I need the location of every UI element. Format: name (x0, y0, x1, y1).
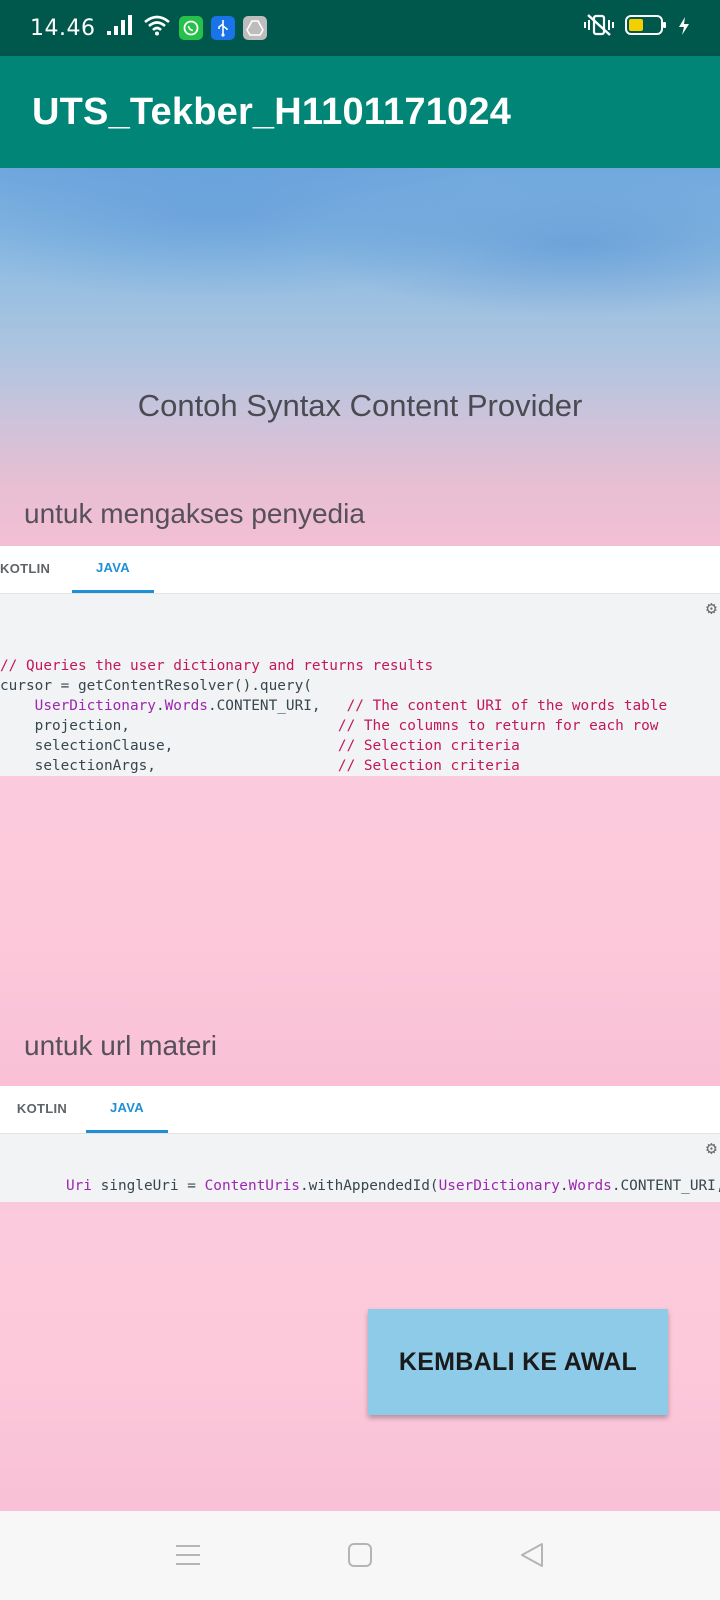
code-tabs: KOTLIN JAVA (0, 546, 720, 594)
code-block: ⚙ // Queries the user dictionary and ret… (0, 594, 720, 794)
code-comment: // Selection criteria (337, 738, 520, 754)
code-type: Words (164, 698, 208, 714)
code-card-provider: KOTLIN JAVA ⚙ // Queries the user dictio… (0, 546, 720, 794)
whatsapp-icon (179, 16, 204, 40)
app-bar: UTS_Tekber_H1101171024 (0, 56, 720, 168)
code-comment: // Selection criteria (337, 758, 520, 774)
vibrate-mute-icon (584, 13, 614, 43)
code-block: ⚙ Uri singleUri = ContentUris.withAppende… (0, 1134, 720, 1202)
tab-java[interactable]: JAVA (72, 545, 154, 593)
battery-icon (624, 13, 668, 43)
status-time: 14.46 (30, 15, 96, 41)
code-line: // Queries the user dictionary and retur… (0, 658, 434, 674)
code-line: cursor = getContentResolver().query( (0, 678, 312, 694)
tab-kotlin[interactable]: KOTLIN (0, 545, 50, 593)
home-icon[interactable] (344, 1539, 376, 1571)
section-label-provider: untuk mengakses penyedia (24, 498, 365, 529)
section-background: untuk url materi (0, 776, 720, 1086)
scroll-content[interactable]: Contoh Syntax Content Provider untuk men… (0, 168, 720, 1511)
usb-icon (211, 16, 236, 40)
hero-title: Contoh Syntax Content Provider (137, 388, 583, 423)
settings-gear-icon[interactable]: ⚙ (706, 1140, 720, 1158)
status-bar: 14.46 (0, 0, 720, 56)
hero-banner: Contoh Syntax Content Provider untuk men… (0, 168, 720, 551)
menu-icon[interactable] (172, 1539, 204, 1571)
back-to-start-button[interactable]: KEMBALI KE AWAL (368, 1309, 668, 1415)
drive-icon (243, 16, 268, 40)
settings-gear-icon[interactable]: ⚙ (706, 600, 720, 618)
code-comment: // The columns to return for each row (337, 718, 659, 734)
section-label-url: untuk url materi (24, 1030, 217, 1061)
code-tabs: KOTLIN JAVA (0, 1086, 720, 1134)
charging-icon (678, 15, 690, 42)
signal-bars-icon (105, 14, 135, 42)
back-icon[interactable] (516, 1539, 548, 1571)
app-title: UTS_Tekber_H1101171024 (32, 90, 512, 133)
tab-kotlin[interactable]: KOTLIN (0, 1085, 84, 1133)
wifi-icon (143, 14, 171, 42)
navigation-bar (0, 1511, 720, 1600)
tab-java[interactable]: JAVA (86, 1085, 168, 1133)
code-comment: // The content URI of the words table (346, 698, 668, 714)
code-type: UserDictionary (34, 698, 156, 714)
code-card-url: KOTLIN JAVA ⚙ Uri singleUri = ContentUris… (0, 1086, 720, 1202)
